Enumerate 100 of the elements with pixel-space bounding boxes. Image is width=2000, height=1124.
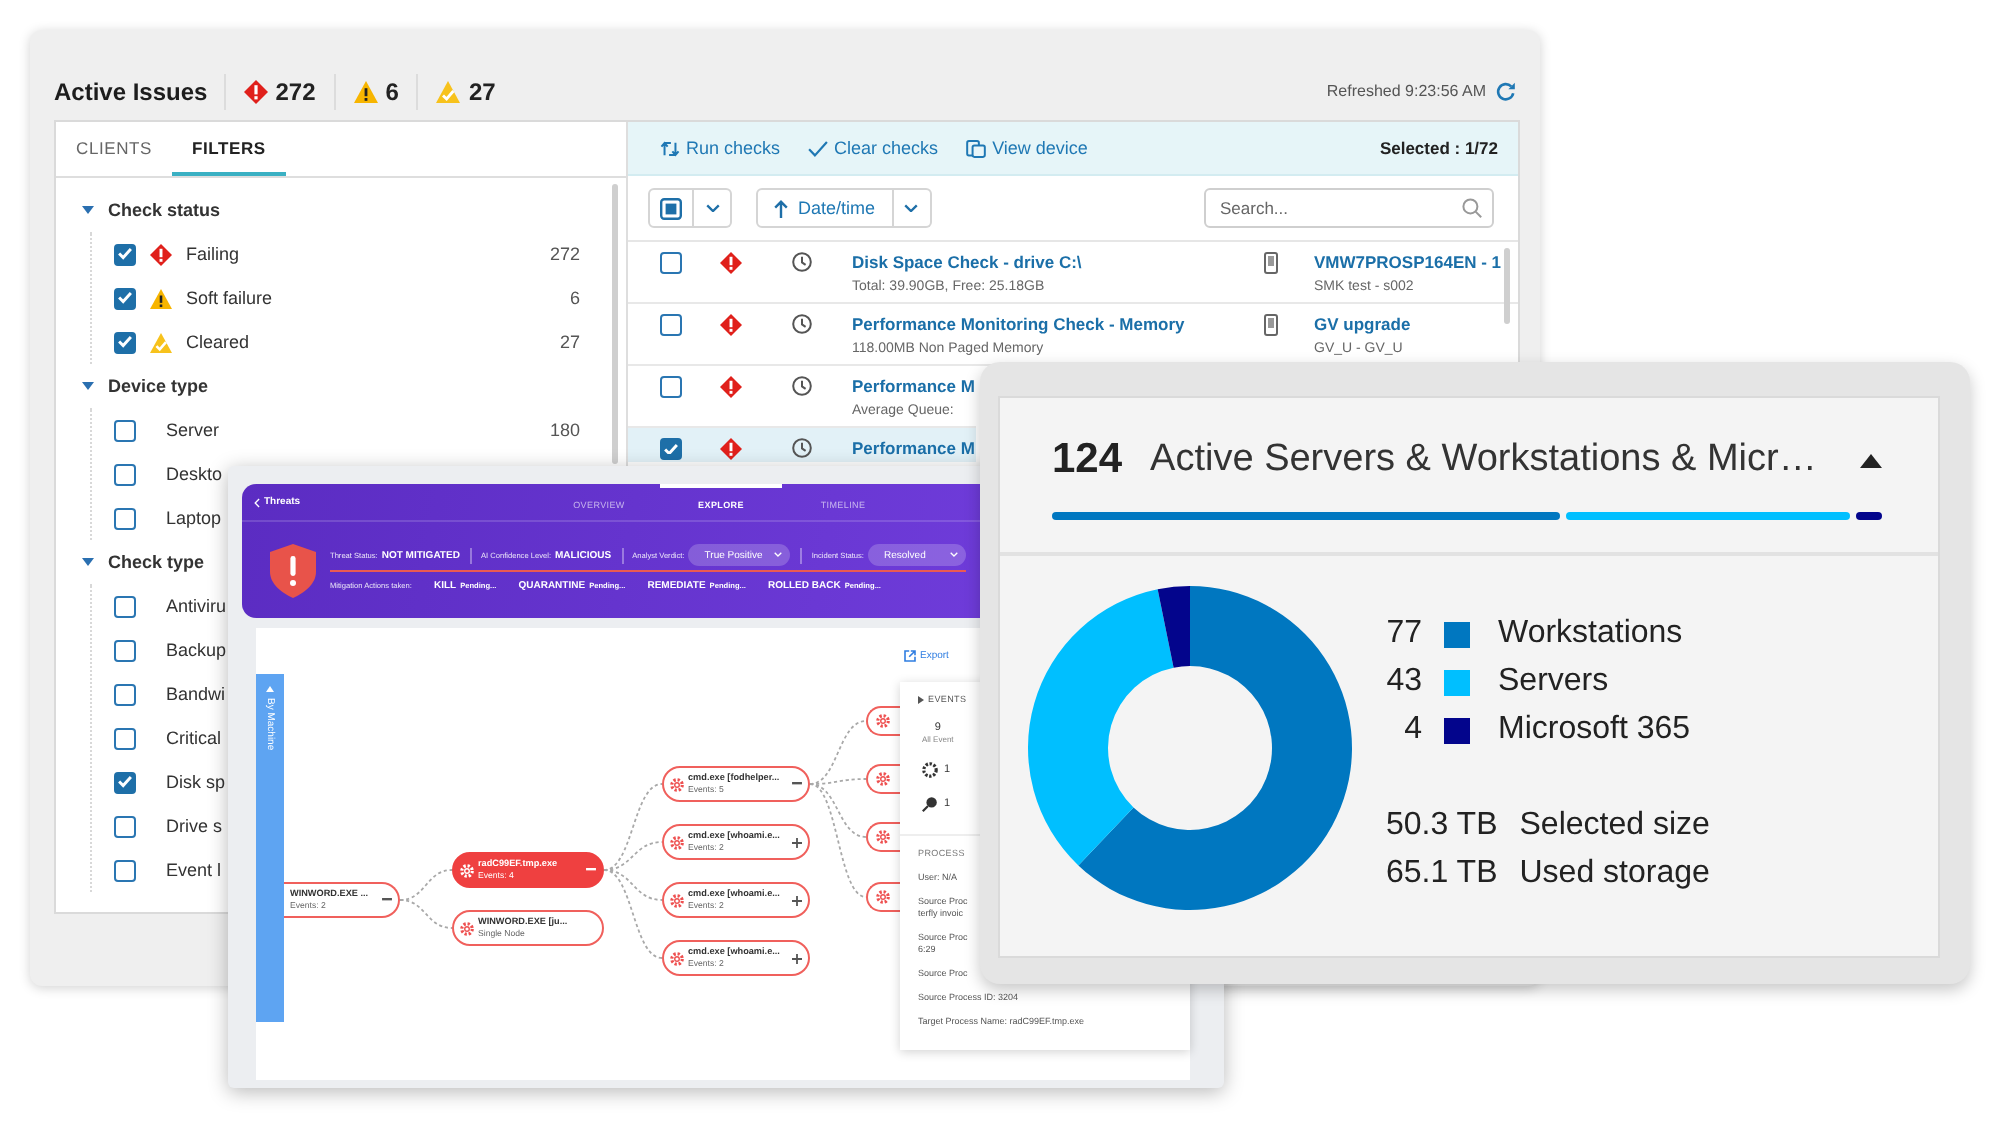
caret-icon[interactable] xyxy=(1860,453,1882,467)
toolbar-button[interactable]: Run checks xyxy=(660,138,781,158)
filter-label[interactable]: Server xyxy=(166,420,220,440)
tab[interactable]: CLIENTS xyxy=(56,122,172,176)
filter-group-title[interactable]: Check status xyxy=(108,200,221,220)
plus-icon[interactable] xyxy=(792,953,802,963)
select-menu-button[interactable] xyxy=(694,188,732,228)
toolbar-button[interactable]: View device xyxy=(966,138,1088,158)
process-node[interactable] xyxy=(866,822,900,852)
filter-group-title[interactable]: Check type xyxy=(108,552,205,572)
caret-icon xyxy=(266,686,274,692)
checkbox[interactable] xyxy=(660,252,682,274)
gear-icon xyxy=(670,951,684,965)
sort-button[interactable]: Date/time xyxy=(756,188,894,228)
device-icon xyxy=(1264,252,1278,274)
checkbox[interactable] xyxy=(660,438,682,460)
gear-icon xyxy=(876,714,890,728)
filter-label[interactable]: Drive s xyxy=(166,816,223,836)
error-diamond-icon xyxy=(720,252,742,274)
checkbox[interactable] xyxy=(114,639,136,661)
device-name-link[interactable]: GV upgrade xyxy=(1314,314,1411,336)
caret-icon[interactable] xyxy=(918,695,924,703)
tab[interactable]: FILTERS xyxy=(172,122,286,176)
filter-label[interactable]: Cleared xyxy=(186,332,250,352)
checkbox[interactable] xyxy=(114,507,136,529)
check-name-link[interactable]: Disk Space Check - drive C:\ xyxy=(852,252,1082,274)
checkbox[interactable] xyxy=(114,595,136,617)
devices-icon xyxy=(966,139,987,157)
checkbox[interactable] xyxy=(660,376,682,398)
issue-count: 6 xyxy=(385,77,399,105)
device-name-link[interactable]: VMW7PROSP164EN - 1 xyxy=(1314,252,1502,274)
triangle-check-icon xyxy=(150,331,172,353)
error-diamond-icon xyxy=(720,438,742,460)
checkbox[interactable] xyxy=(114,243,136,265)
filter-label[interactable]: Critical xyxy=(166,728,222,748)
filter-label[interactable]: Deskto xyxy=(166,464,223,484)
checkbox[interactable] xyxy=(660,314,682,336)
filter-label[interactable]: Laptop xyxy=(166,508,222,528)
shield-alert-icon xyxy=(270,543,316,597)
warning-triangle-icon xyxy=(353,79,378,103)
check-icon xyxy=(808,139,829,157)
filter-label[interactable]: Failing xyxy=(186,244,240,264)
checkbox[interactable] xyxy=(114,771,136,793)
checkbox[interactable] xyxy=(114,859,136,881)
check-name-link[interactable]: Performance Monitoring Check - Memory xyxy=(852,314,1185,336)
storage-caption: Selected size xyxy=(1519,808,1710,844)
toolbar-button[interactable]: Clear checks xyxy=(808,138,939,158)
filter-label[interactable]: Antiviru xyxy=(166,596,227,616)
sort-menu-button[interactable] xyxy=(893,188,932,228)
scrollbar[interactable] xyxy=(1504,248,1510,324)
gear-icon xyxy=(670,893,684,907)
filter-label[interactable]: Event l xyxy=(166,860,222,880)
checkbox[interactable] xyxy=(114,727,136,749)
legend-count: 77 xyxy=(1386,616,1422,652)
checkbox[interactable] xyxy=(114,683,136,705)
minus-icon[interactable] xyxy=(382,898,392,902)
minus-icon[interactable] xyxy=(586,868,596,872)
storage-caption: Used storage xyxy=(1519,856,1710,892)
checkbox[interactable] xyxy=(114,815,136,837)
gear-icon xyxy=(460,921,474,935)
filter-label[interactable]: Soft failure xyxy=(186,288,273,308)
magnifier-icon xyxy=(922,796,938,812)
error-diamond-icon xyxy=(243,79,268,103)
rerun-arrows-icon xyxy=(660,139,680,157)
refresh-icon[interactable] xyxy=(1496,81,1516,101)
process-node[interactable] xyxy=(866,882,900,912)
select-all-checkbox[interactable] xyxy=(648,188,694,228)
filter-label[interactable]: Backup xyxy=(166,640,227,660)
clock-icon xyxy=(792,376,812,396)
checkbox[interactable] xyxy=(114,463,136,485)
process-node[interactable] xyxy=(866,706,900,736)
export-icon xyxy=(904,650,916,662)
process-node[interactable] xyxy=(866,764,900,794)
plus-icon[interactable] xyxy=(792,837,802,847)
chevron-down-icon xyxy=(950,552,958,558)
legend-label: Microsoft 365 xyxy=(1498,712,1691,748)
scrollbar[interactable] xyxy=(612,184,618,464)
filter-group-title[interactable]: Device type xyxy=(108,376,209,396)
legend-label: Workstations xyxy=(1498,616,1683,652)
plus-icon[interactable] xyxy=(792,895,802,905)
search-field[interactable]: Search... xyxy=(1204,188,1494,228)
storage-amount: 50.3 TB xyxy=(1386,808,1498,844)
page-title: Active Issues xyxy=(54,77,208,105)
chevron-down-icon xyxy=(904,203,919,213)
storage-amount: 65.1 TB xyxy=(1386,856,1498,892)
issue-count: 272 xyxy=(275,77,316,105)
checkbox[interactable] xyxy=(114,331,136,353)
clock-icon xyxy=(792,438,812,458)
gear-icon xyxy=(876,890,890,904)
issue-row[interactable]: Performance M xyxy=(628,428,977,462)
checkbox[interactable] xyxy=(114,287,136,309)
minus-icon[interactable] xyxy=(792,782,802,786)
checkbox[interactable] xyxy=(114,419,136,441)
check-name-link[interactable]: Performance M xyxy=(852,376,975,398)
filter-label[interactable]: Disk sp xyxy=(166,772,226,792)
selection-count: Selected : 1/72 xyxy=(1379,138,1498,158)
filter-label[interactable]: Bandwi xyxy=(166,684,226,704)
check-name-link[interactable]: Performance M xyxy=(852,438,975,460)
mixed-state-icon xyxy=(660,197,682,219)
chevron-down-icon xyxy=(774,552,783,558)
